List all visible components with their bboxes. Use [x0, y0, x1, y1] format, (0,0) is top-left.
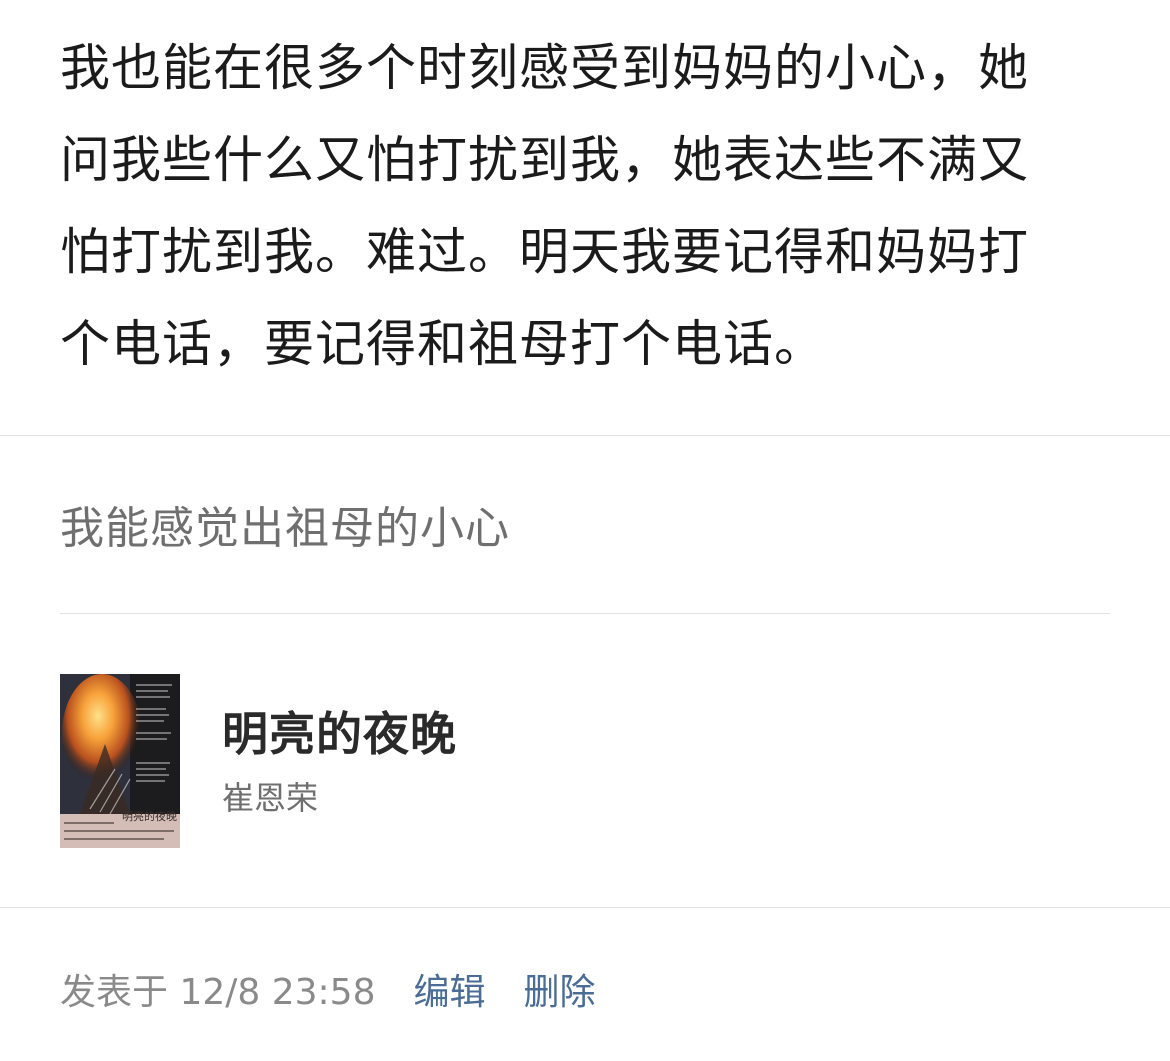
section-divider: [0, 435, 1170, 436]
book-card[interactable]: 明亮的夜晚 明亮的夜晚 崔恩荣: [60, 674, 1110, 848]
book-author: 崔恩荣: [222, 779, 319, 817]
note-body-text: 我也能在很多个时刻感受到妈妈的小心，她 问我些什么又怕打扰到我，她表达些不满又 …: [60, 39, 1029, 373]
delete-button[interactable]: 删除: [524, 965, 596, 1021]
quoted-highlight: 我能感觉出祖母的小心: [60, 503, 510, 554]
post-timestamp: 发表于 12/8 23:58: [60, 972, 376, 1013]
footer-divider: [0, 907, 1170, 908]
book-info: 明亮的夜晚 崔恩荣: [222, 704, 457, 818]
book-cover-title: 明亮的夜晚: [122, 809, 177, 823]
edit-button[interactable]: 编辑: [413, 965, 485, 1021]
note-footer: 发表于 12/8 23:58 编辑 删除: [60, 965, 596, 1021]
highlight-divider: [60, 613, 1110, 614]
book-cover-image: 明亮的夜晚: [60, 674, 180, 848]
book-title[interactable]: 明亮的夜晚: [222, 704, 457, 764]
